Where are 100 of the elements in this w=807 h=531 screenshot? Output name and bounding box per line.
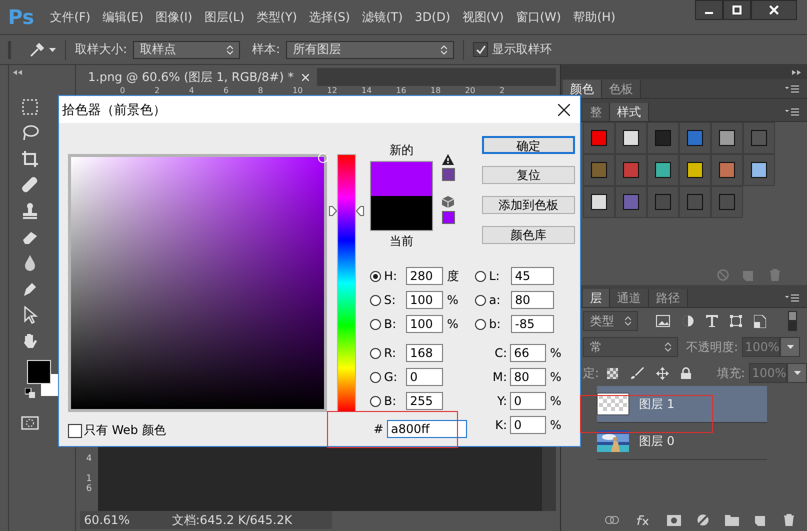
blend-mode-select[interactable]: 常	[583, 337, 678, 357]
input-field[interactable]: 0	[406, 368, 443, 386]
dropdown-button[interactable]	[787, 363, 807, 383]
crop-icon[interactable]	[21, 150, 39, 168]
expand-icon[interactable]	[792, 70, 801, 74]
style-swatch[interactable]	[687, 162, 703, 178]
layer-row[interactable]: 图层 1	[597, 386, 767, 423]
menu-item[interactable]: 编辑(E)	[96, 8, 150, 26]
style-swatch[interactable]	[719, 162, 735, 178]
style-swatch[interactable]	[719, 130, 735, 146]
dialog-button[interactable]: 复位	[482, 166, 575, 184]
hue-slider[interactable]	[329, 154, 364, 412]
radio-button[interactable]	[475, 294, 486, 306]
style-swatch[interactable]	[591, 162, 607, 178]
input-field[interactable]: 168	[406, 344, 443, 362]
document-tab[interactable]: 1.png @ 60.6% (图层 1, RGB/8#) *	[80, 68, 317, 86]
lasso-icon[interactable]	[21, 124, 39, 142]
style-swatch[interactable]	[623, 130, 639, 146]
close-button[interactable]	[751, 0, 797, 20]
close-icon[interactable]	[558, 104, 570, 116]
color-field[interactable]	[68, 154, 327, 412]
menu-item[interactable]: 图层(L)	[198, 8, 250, 26]
dialog-button[interactable]: 确定	[482, 136, 575, 154]
fx-icon[interactable]	[635, 515, 651, 525]
menu-item[interactable]: 文件(F)	[44, 8, 96, 26]
style-swatch[interactable]	[751, 162, 767, 178]
filter-select[interactable]: 类型	[583, 311, 638, 331]
menu-item[interactable]: 视图(V)	[456, 8, 510, 26]
style-swatch[interactable]	[655, 194, 671, 210]
radio-button[interactable]	[370, 294, 381, 306]
sample-size-select[interactable]: 取样点	[133, 40, 240, 58]
brush-icon[interactable]	[630, 367, 644, 379]
dropdown-button[interactable]	[780, 337, 800, 357]
style-swatch[interactable]	[687, 130, 703, 146]
smart-object-icon[interactable]	[754, 314, 766, 328]
checkbox[interactable]	[68, 424, 82, 438]
input-field[interactable]: 100	[406, 291, 443, 309]
hand-icon[interactable]	[21, 332, 39, 350]
adjustment-icon[interactable]	[682, 315, 694, 327]
collapse-icon[interactable]	[13, 70, 22, 75]
caret-icon[interactable]	[49, 48, 56, 52]
panel-menu-icon[interactable]	[785, 108, 799, 116]
input-field[interactable]: 0	[510, 416, 546, 434]
panel-tab[interactable]: 色板	[602, 80, 641, 98]
current-color-swatch[interactable]	[371, 196, 432, 230]
input-field[interactable]: 80	[510, 368, 546, 386]
menu-item[interactable]: 类型(Y)	[250, 8, 304, 26]
input-field[interactable]: 0	[510, 392, 546, 410]
dialog-button[interactable]: 颜色库	[482, 226, 575, 244]
menu-item[interactable]: 选择(S)	[303, 8, 356, 26]
type-filter-icon[interactable]	[706, 315, 718, 327]
panel-tab[interactable]: 通道	[610, 289, 649, 307]
input-field[interactable]: -85	[511, 315, 554, 333]
pen-icon[interactable]	[21, 280, 39, 298]
style-swatch[interactable]	[591, 130, 607, 146]
checkerboard-icon[interactable]	[607, 368, 618, 378]
input-field[interactable]: 255	[406, 392, 443, 410]
style-swatch[interactable]	[719, 194, 735, 210]
mask-icon[interactable]	[667, 514, 681, 526]
radio-button[interactable]	[475, 270, 486, 282]
style-swatch[interactable]	[655, 162, 671, 178]
new-color-swatch[interactable]	[371, 162, 432, 196]
radio-button[interactable]	[370, 396, 381, 406]
menu-item[interactable]: 窗口(W)	[510, 8, 568, 26]
radio-button[interactable]	[370, 318, 381, 330]
stamp-icon[interactable]	[21, 202, 39, 220]
panel-tab[interactable]: 路径	[649, 289, 688, 307]
menu-item[interactable]: 帮助(H)	[567, 8, 622, 26]
gamut-color-swatch[interactable]	[442, 168, 454, 181]
panel-tab[interactable]: 颜色	[563, 80, 602, 98]
panel-tab[interactable]: 样式	[610, 103, 649, 121]
transform-icon[interactable]	[730, 315, 742, 327]
folder-icon[interactable]	[725, 514, 739, 526]
layer-row[interactable]: 图层 0	[597, 423, 767, 460]
filter-toggle[interactable]	[788, 311, 797, 331]
radio-button[interactable]	[370, 372, 381, 382]
checkbox[interactable]	[473, 42, 488, 57]
minimize-button[interactable]	[695, 0, 723, 20]
input-field[interactable]: 100	[406, 315, 443, 333]
style-swatch[interactable]	[655, 130, 671, 146]
input-field[interactable]: 280	[406, 267, 443, 285]
web-color-swatch[interactable]	[442, 211, 454, 224]
radio-button[interactable]	[370, 348, 381, 358]
trash-icon[interactable]	[783, 514, 795, 526]
maximize-button[interactable]	[723, 0, 751, 20]
style-swatch[interactable]	[591, 194, 607, 210]
input-field[interactable]: 80	[511, 291, 554, 309]
input-field[interactable]: 45	[511, 267, 554, 285]
foreground-color[interactable]	[27, 360, 51, 384]
sample-select[interactable]: 所有图层	[286, 40, 454, 58]
image-icon[interactable]	[656, 315, 670, 327]
move-icon[interactable]	[656, 366, 669, 380]
marquee-icon[interactable]	[21, 98, 39, 116]
panel-tab[interactable]: 层	[583, 289, 610, 307]
style-swatch[interactable]	[623, 194, 639, 210]
panel-menu-icon[interactable]	[785, 294, 799, 302]
radio-button[interactable]	[370, 270, 381, 282]
color-marker[interactable]	[318, 153, 328, 163]
panel-menu-icon[interactable]	[785, 84, 799, 92]
panel-tab[interactable]: 整	[583, 103, 610, 121]
